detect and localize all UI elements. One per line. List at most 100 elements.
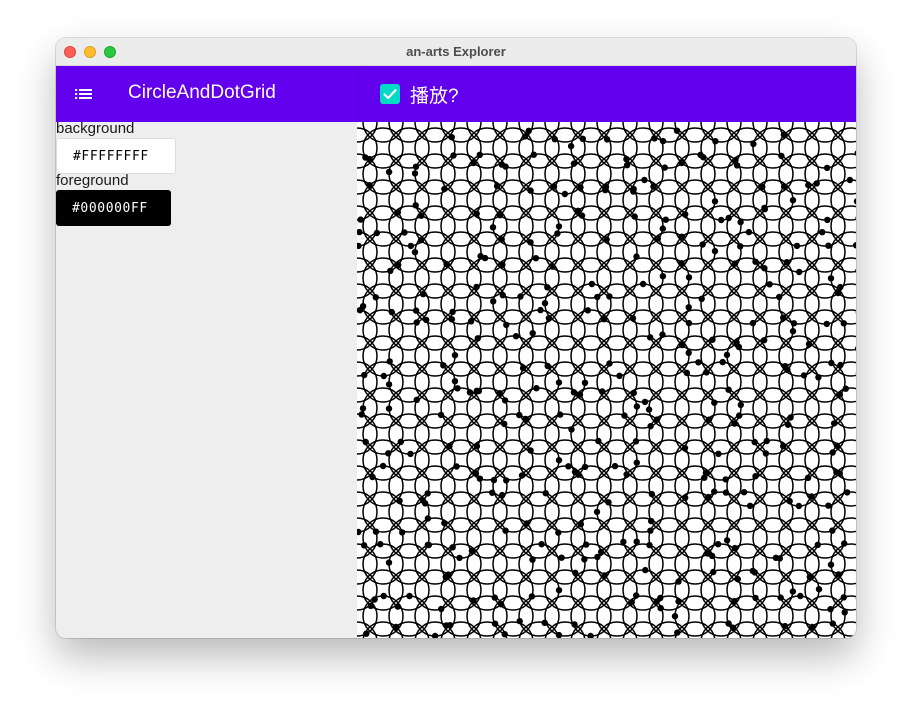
pattern-dot — [411, 249, 419, 256]
menu-button[interactable] — [68, 78, 100, 110]
pattern-dot — [470, 597, 477, 604]
pattern-dot — [729, 624, 737, 631]
pattern-dot — [685, 319, 693, 327]
pattern-dot — [537, 306, 544, 314]
pattern-dot — [394, 209, 401, 216]
pattern-dot — [633, 592, 640, 599]
pattern-dot — [731, 260, 739, 267]
play-toggle[interactable]: 播放? — [380, 80, 459, 108]
pattern-dot — [633, 459, 640, 466]
pattern-dot — [751, 438, 758, 446]
pattern-dot — [467, 318, 475, 325]
pattern-dot — [574, 207, 582, 214]
pattern-dot — [809, 623, 816, 631]
pattern-dot — [715, 450, 722, 457]
pattern-dot — [784, 421, 792, 428]
pattern-dot — [576, 391, 584, 398]
pattern-dot — [824, 216, 831, 224]
pattern-dot — [363, 630, 370, 637]
pattern-dot — [711, 247, 719, 255]
pattern-dot — [406, 592, 413, 600]
pattern-dot — [397, 438, 404, 445]
pattern-dot — [473, 283, 480, 291]
pattern-dot — [837, 283, 844, 291]
pattern-dot — [527, 447, 534, 454]
pattern-dot — [555, 529, 562, 536]
pattern-dot — [633, 253, 640, 260]
pattern-dot — [523, 520, 530, 527]
pattern-dot — [474, 335, 481, 342]
pattern-dot — [646, 334, 654, 341]
pattern-dot — [424, 490, 431, 497]
play-checkbox[interactable] — [380, 84, 400, 104]
background-color-button[interactable]: #FFFFFFFF — [56, 138, 176, 174]
pattern-dot — [577, 184, 584, 191]
pattern-dot — [829, 449, 836, 456]
pattern-dot — [581, 379, 589, 386]
pattern-dot — [407, 242, 415, 250]
pattern-dot — [645, 406, 653, 413]
pattern-dot — [449, 544, 456, 551]
pattern-dot — [723, 351, 731, 359]
pattern-dot — [786, 497, 793, 505]
pattern-dot — [395, 261, 402, 269]
pattern-dot — [829, 620, 836, 627]
pattern-dot — [681, 444, 689, 452]
foreground-color-button[interactable]: #000000FF — [56, 190, 171, 226]
pattern-dot — [385, 405, 393, 412]
pattern-dot — [780, 131, 788, 139]
pattern-dot — [357, 216, 364, 223]
pattern-dot — [554, 230, 561, 237]
pattern-dot — [740, 489, 748, 496]
pattern-dot — [793, 242, 801, 250]
pattern-dot — [555, 223, 563, 230]
pattern-dot — [657, 605, 664, 612]
pattern-dot — [372, 294, 379, 301]
pattern-dot — [761, 265, 768, 272]
pattern-dot — [412, 163, 420, 170]
pattern-dot — [648, 517, 655, 525]
pattern-dot — [797, 592, 804, 600]
pattern-dot — [499, 292, 506, 299]
pattern-dot — [602, 183, 610, 190]
pattern-dot — [388, 308, 395, 316]
pattern-dot — [522, 415, 529, 423]
pattern-dot — [527, 239, 534, 246]
pattern-dot — [550, 183, 558, 190]
pattern-dot — [808, 493, 815, 500]
art-canvas[interactable] — [357, 122, 856, 638]
pattern-dot — [503, 477, 510, 484]
pattern-dot — [503, 321, 510, 329]
pattern-dot — [800, 372, 808, 379]
pattern-dot — [555, 457, 563, 464]
pattern-dot — [702, 469, 710, 477]
pattern-dot — [453, 463, 460, 470]
pattern-dot — [782, 363, 789, 370]
page-title: CircleAndDotGrid — [128, 82, 276, 103]
pattern-dot — [422, 500, 429, 507]
app-bar: CircleAndDotGrid 播放? — [56, 66, 856, 122]
pattern-dot — [685, 349, 692, 356]
pattern-dot — [781, 622, 789, 630]
pattern-dot — [827, 561, 835, 568]
pattern-dot — [529, 556, 536, 563]
pattern-dot — [790, 320, 798, 327]
pattern-dot — [530, 151, 537, 158]
pattern-dot — [621, 412, 628, 419]
pattern-dot — [570, 160, 578, 167]
pattern-dot — [659, 225, 666, 232]
pattern-dot — [840, 320, 847, 327]
title-bar: an-arts Explorer — [56, 38, 856, 66]
pattern-dot — [695, 359, 702, 366]
pattern-dot — [601, 572, 608, 579]
pattern-dot — [646, 541, 653, 549]
pattern-dot — [766, 281, 773, 288]
pattern-dot — [805, 340, 813, 348]
pattern-dot — [705, 416, 713, 423]
pattern-dot — [373, 229, 381, 237]
pattern-dot — [673, 127, 681, 134]
foreground-label: foreground — [56, 172, 129, 189]
pattern-dot — [731, 544, 739, 552]
pattern-dot — [451, 352, 459, 359]
background-label: background — [56, 120, 135, 137]
